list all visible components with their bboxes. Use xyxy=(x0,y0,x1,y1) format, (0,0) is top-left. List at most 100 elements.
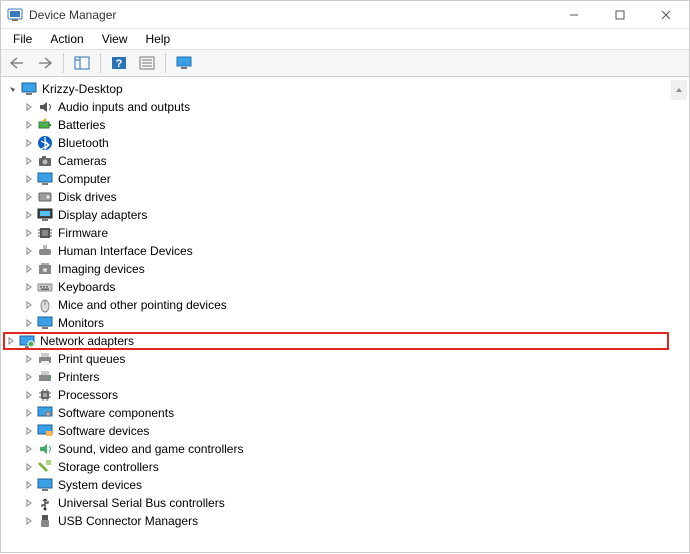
monitor-icon xyxy=(37,171,53,187)
chevron-right-icon[interactable] xyxy=(23,497,35,509)
chevron-right-icon[interactable] xyxy=(23,155,35,167)
chevron-right-icon[interactable] xyxy=(23,443,35,455)
tree-item[interactable]: Software components xyxy=(3,404,669,422)
disk-icon xyxy=(37,189,53,205)
chevron-right-icon[interactable] xyxy=(23,353,35,365)
tree-item-label: Imaging devices xyxy=(58,260,145,278)
chevron-right-icon[interactable] xyxy=(23,245,35,257)
tree-item[interactable]: Monitors xyxy=(3,314,669,332)
menu-file[interactable]: File xyxy=(5,29,40,49)
chevron-right-icon[interactable] xyxy=(23,461,35,473)
menu-view[interactable]: View xyxy=(94,29,136,49)
chevron-right-icon[interactable] xyxy=(23,515,35,527)
close-button[interactable] xyxy=(643,1,689,29)
tree-container: Krizzy-Desktop Audio inputs and outputs … xyxy=(1,77,689,554)
tree-item[interactable]: USB Connector Managers xyxy=(3,512,669,530)
properties-button[interactable] xyxy=(135,52,159,74)
show-hide-icon xyxy=(74,56,90,70)
chevron-right-icon[interactable] xyxy=(23,479,35,491)
tree-item[interactable]: Display adapters xyxy=(3,206,669,224)
menu-action[interactable]: Action xyxy=(42,29,91,49)
chevron-right-icon[interactable] xyxy=(23,263,35,275)
bluetooth-icon xyxy=(37,135,53,151)
nav-forward-icon xyxy=(37,56,53,70)
tree-item-label: Storage controllers xyxy=(58,458,159,476)
chevron-right-icon[interactable] xyxy=(23,425,35,437)
storage-icon xyxy=(37,459,53,475)
nav-back-icon xyxy=(9,56,25,70)
nav-forward-button[interactable] xyxy=(33,52,57,74)
tree-item[interactable]: Storage controllers xyxy=(3,458,669,476)
tree-item[interactable]: Human Interface Devices xyxy=(3,242,669,260)
tree-item[interactable]: Disk drives xyxy=(3,188,669,206)
tree-item[interactable]: Cameras xyxy=(3,152,669,170)
tree-item[interactable]: Batteries xyxy=(3,116,669,134)
tree-item[interactable]: Keyboards xyxy=(3,278,669,296)
chevron-right-icon[interactable] xyxy=(23,191,35,203)
tree-item-label: Human Interface Devices xyxy=(58,242,193,260)
tree-item-label: Bluetooth xyxy=(58,134,109,152)
help-button[interactable]: ? xyxy=(107,52,131,74)
menu-help[interactable]: Help xyxy=(138,29,179,49)
tree-item[interactable]: Firmware xyxy=(3,224,669,242)
chevron-right-icon[interactable] xyxy=(23,299,35,311)
keyboard-icon xyxy=(37,279,53,295)
chevron-right-icon[interactable] xyxy=(23,227,35,239)
tree-item-label: Keyboards xyxy=(58,278,115,296)
tree-item-label: Disk drives xyxy=(58,188,117,206)
tree-item-label: Computer xyxy=(58,170,111,188)
chevron-right-icon[interactable] xyxy=(23,281,35,293)
tree-item-label: Network adapters xyxy=(40,332,134,350)
tree-item-label: Mice and other pointing devices xyxy=(58,296,227,314)
devices-button[interactable] xyxy=(172,52,196,74)
tree-item-label: Firmware xyxy=(58,224,108,242)
system-icon xyxy=(37,477,53,493)
usb-controller-icon xyxy=(37,495,53,511)
tree-item[interactable]: Print queues xyxy=(3,350,669,368)
toolbar-separator xyxy=(63,53,64,73)
chevron-right-icon[interactable] xyxy=(23,173,35,185)
speaker-icon xyxy=(37,99,53,115)
tree-item[interactable]: Computer xyxy=(3,170,669,188)
scrollbar-up[interactable] xyxy=(671,80,687,100)
tree-root[interactable]: Krizzy-Desktop xyxy=(3,80,669,98)
tree-item[interactable]: Software devices xyxy=(3,422,669,440)
minimize-button[interactable] xyxy=(551,1,597,29)
tree-item[interactable]: System devices xyxy=(3,476,669,494)
tree-item[interactable]: Audio inputs and outputs xyxy=(3,98,669,116)
nav-back-button[interactable] xyxy=(5,52,29,74)
monitor-icon xyxy=(176,56,192,70)
window-controls xyxy=(551,1,689,29)
tree-item[interactable]: Printers xyxy=(3,368,669,386)
tree-item-label: Cameras xyxy=(58,152,107,170)
tree-item-label: Monitors xyxy=(58,314,104,332)
chevron-right-icon[interactable] xyxy=(23,407,35,419)
tree-item[interactable]: Universal Serial Bus controllers xyxy=(3,494,669,512)
maximize-button[interactable] xyxy=(597,1,643,29)
tree-item[interactable]: Sound, video and game controllers xyxy=(3,440,669,458)
chevron-right-icon[interactable] xyxy=(23,101,35,113)
tree-item[interactable]: Imaging devices xyxy=(3,260,669,278)
sound-icon xyxy=(37,441,53,457)
chevron-down-icon[interactable] xyxy=(7,83,19,95)
tree-item-label: Software devices xyxy=(58,422,149,440)
tree-item[interactable]: Mice and other pointing devices xyxy=(3,296,669,314)
chevron-right-icon[interactable] xyxy=(23,119,35,131)
usb-connector-icon xyxy=(37,513,53,529)
chevron-right-icon[interactable] xyxy=(23,137,35,149)
chevron-right-icon[interactable] xyxy=(5,335,17,347)
tree-item-label: Audio inputs and outputs xyxy=(58,98,190,116)
chevron-right-icon[interactable] xyxy=(23,317,35,329)
mouse-icon xyxy=(37,297,53,313)
device-tree[interactable]: Krizzy-Desktop Audio inputs and outputs … xyxy=(3,80,669,552)
window-title: Device Manager xyxy=(29,8,551,22)
tree-item[interactable]: Processors xyxy=(3,386,669,404)
chevron-right-icon[interactable] xyxy=(23,209,35,221)
tree-item[interactable]: Bluetooth xyxy=(3,134,669,152)
tree-item[interactable]: Network adapters xyxy=(3,332,669,350)
app-icon xyxy=(7,7,23,23)
show-hide-tree-button[interactable] xyxy=(70,52,94,74)
imaging-icon xyxy=(37,261,53,277)
chevron-right-icon[interactable] xyxy=(23,371,35,383)
chevron-right-icon[interactable] xyxy=(23,389,35,401)
